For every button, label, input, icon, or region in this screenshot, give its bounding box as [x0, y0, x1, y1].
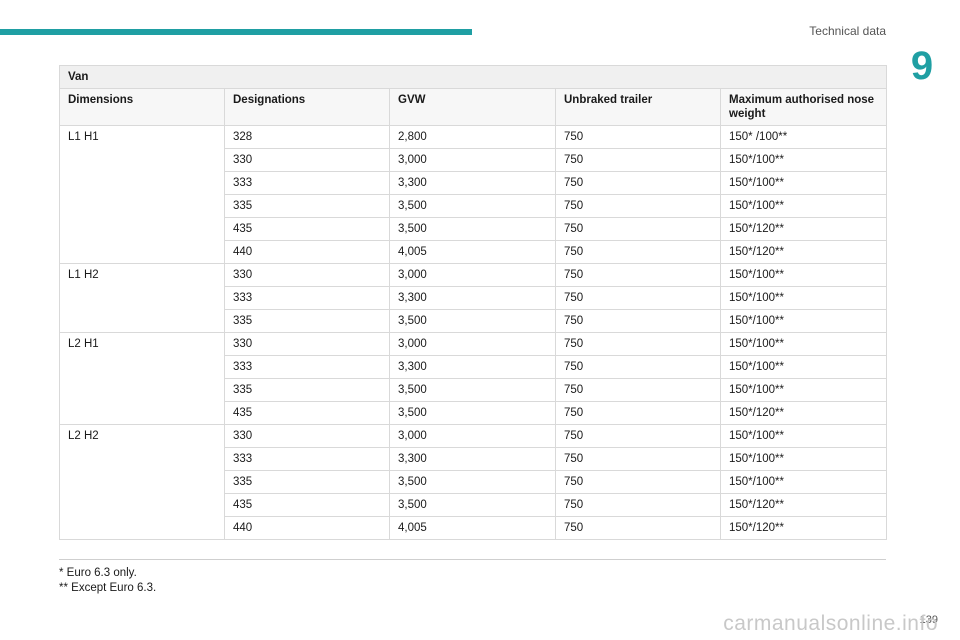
footnote-euro63: * Euro 6.3 only.: [59, 567, 137, 579]
gvw-cell: 3,300: [389, 171, 556, 195]
designation-cell: 330: [224, 263, 390, 287]
gvw-cell: 3,500: [389, 217, 556, 241]
nose-weight-cell: 150* /100**: [719, 125, 888, 149]
table-header-row: Dimensions Designations GVW Unbraked tra…: [59, 88, 888, 126]
table-row: L1 H1 328 2,800 750 150* /100**: [59, 125, 888, 264]
designation-cell: 335: [224, 378, 390, 402]
nose-weight-cell: 150*/100**: [719, 286, 888, 310]
designation-cell: 435: [224, 493, 390, 517]
designation-cell: 330: [224, 332, 390, 356]
gvw-cell: 3,300: [389, 286, 556, 310]
gvw-cell: 3,000: [389, 263, 556, 287]
nose-weight-cell: 150*/100**: [719, 194, 888, 218]
gvw-cell: 3,500: [389, 493, 556, 517]
gvw-cell: 3,500: [389, 401, 556, 425]
unbraked-trailer-cell: 750: [555, 493, 721, 517]
designation-cell: 440: [224, 240, 390, 264]
chapter-number: 9: [910, 44, 934, 88]
unbraked-trailer-cell: 750: [555, 447, 721, 471]
unbraked-trailer-cell: 750: [555, 378, 721, 402]
nose-weight-cell: 150*/120**: [719, 401, 888, 425]
gvw-cell: 3,500: [389, 378, 556, 402]
nose-weight-cell: 150*/100**: [719, 378, 888, 402]
gvw-cell: 3,000: [389, 148, 556, 172]
dimension-cell: L2 H1: [59, 332, 225, 425]
dimension-cell: L1 H2: [59, 263, 225, 333]
gvw-cell: 2,800: [389, 125, 556, 149]
unbraked-trailer-cell: 750: [555, 332, 721, 356]
table-row: L2 H1 330 3,000 750 150*/100**: [59, 332, 888, 425]
designation-cell: 328: [224, 125, 390, 149]
unbraked-trailer-cell: 750: [555, 424, 721, 448]
footnote-except-euro63: ** Except Euro 6.3.: [59, 582, 157, 594]
gvw-cell: 4,005: [389, 240, 556, 264]
table-row: L2 H2 330 3,000 750 150*/100**: [59, 424, 888, 540]
nose-weight-cell: 150*/100**: [719, 424, 888, 448]
unbraked-trailer-cell: 750: [555, 470, 721, 494]
unbraked-trailer-cell: 750: [555, 125, 721, 149]
designation-cell: 333: [224, 171, 390, 195]
designation-cell: 330: [224, 424, 390, 448]
section-title: Technical data: [809, 24, 886, 38]
unbraked-trailer-cell: 750: [555, 401, 721, 425]
designation-cell: 440: [224, 516, 390, 540]
table-title-row: Van: [58, 65, 888, 89]
gvw-cell: 3,300: [389, 355, 556, 379]
nose-weight-cell: 150*/100**: [719, 332, 888, 356]
unbraked-trailer-cell: 750: [555, 263, 721, 287]
designation-cell: 333: [224, 355, 390, 379]
col-header-dimensions: Dimensions: [59, 88, 225, 126]
designation-cell: 435: [224, 401, 390, 425]
van-specs-table: Van Dimensions Designations GVW Unbraked…: [58, 65, 888, 540]
designation-cell: 333: [224, 286, 390, 310]
nose-weight-cell: 150*/100**: [719, 447, 888, 471]
nose-weight-cell: 150*/120**: [719, 217, 888, 241]
unbraked-trailer-cell: 750: [555, 171, 721, 195]
col-header-unbraked-trailer: Unbraked trailer: [555, 88, 721, 126]
gvw-cell: 3,000: [389, 424, 556, 448]
unbraked-trailer-cell: 750: [555, 309, 721, 333]
designation-cell: 335: [224, 470, 390, 494]
unbraked-trailer-cell: 750: [555, 516, 721, 540]
dimension-cell: L1 H1: [59, 125, 225, 264]
table-title: Van: [58, 65, 888, 89]
footnotes: * Euro 6.3 only. ** Except Euro 6.3.: [59, 559, 886, 596]
header-accent-bar: [0, 29, 472, 35]
dimension-cell: L2 H2: [59, 424, 225, 540]
designation-cell: 330: [224, 148, 390, 172]
designation-cell: 335: [224, 309, 390, 333]
nose-weight-cell: 150*/100**: [719, 171, 888, 195]
nose-weight-cell: 150*/120**: [719, 240, 888, 264]
unbraked-trailer-cell: 750: [555, 240, 721, 264]
nose-weight-cell: 150*/120**: [719, 493, 888, 517]
designation-cell: 435: [224, 217, 390, 241]
gvw-cell: 4,005: [389, 516, 556, 540]
gvw-cell: 3,500: [389, 194, 556, 218]
unbraked-trailer-cell: 750: [555, 148, 721, 172]
table-row: L1 H2 330 3,000 750 150*/100**: [59, 263, 888, 333]
nose-weight-cell: 150*/120**: [719, 516, 888, 540]
nose-weight-cell: 150*/100**: [719, 309, 888, 333]
unbraked-trailer-cell: 750: [555, 194, 721, 218]
designation-cell: 333: [224, 447, 390, 471]
designation-cell: 335: [224, 194, 390, 218]
unbraked-trailer-cell: 750: [555, 217, 721, 241]
nose-weight-cell: 150*/100**: [719, 355, 888, 379]
gvw-cell: 3,500: [389, 309, 556, 333]
col-header-nose-weight: Maximum authorised nose weight: [719, 88, 888, 126]
gvw-cell: 3,300: [389, 447, 556, 471]
table-body: L1 H1 328 2,800 750 150* /100** 330 3,000 750 15…: [59, 125, 888, 540]
col-header-designations: Designations: [224, 88, 390, 126]
gvw-cell: 3,000: [389, 332, 556, 356]
nose-weight-cell: 150*/100**: [719, 148, 888, 172]
col-header-gvw: GVW: [389, 88, 556, 126]
unbraked-trailer-cell: 750: [555, 355, 721, 379]
nose-weight-cell: 150*/100**: [719, 470, 888, 494]
nose-weight-cell: 150*/100**: [719, 263, 888, 287]
gvw-cell: 3,500: [389, 470, 556, 494]
watermark: carmanualsonline.info: [723, 612, 938, 635]
unbraked-trailer-cell: 750: [555, 286, 721, 310]
